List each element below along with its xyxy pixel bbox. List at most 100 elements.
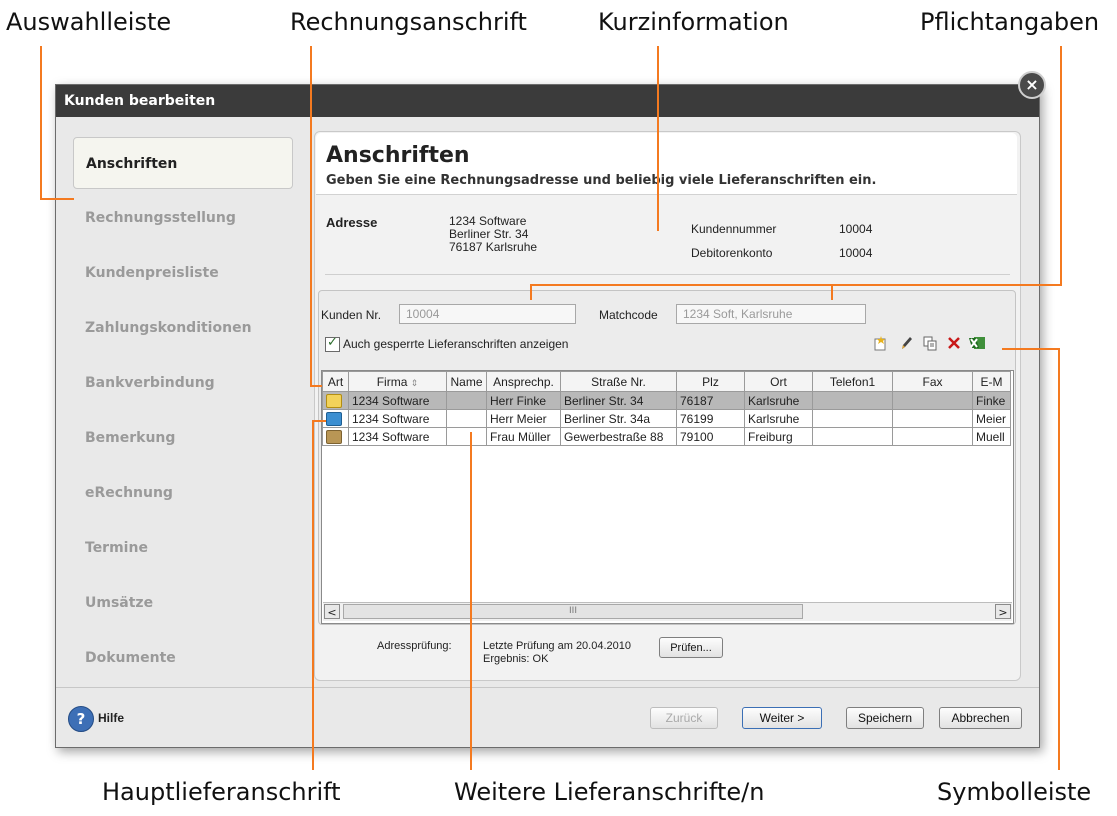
callout-line-weitere-v	[470, 432, 472, 770]
kundennummer-label: Kundennummer	[691, 222, 777, 236]
sidebar-item-erechnung[interactable]: eRechnung	[73, 467, 293, 519]
cell-telefon1	[812, 391, 893, 410]
cell-strasse: Berliner Str. 34a	[560, 409, 677, 428]
save-button[interactable]: Speichern	[846, 707, 924, 729]
address-check-result-line1: Letzte Prüfung am 20.04.2010	[483, 640, 631, 652]
back-button[interactable]: Zurück	[650, 707, 718, 729]
table-header-row: Art Firma ⇕ Name Ansprechp. Straße Nr. P…	[322, 371, 1011, 392]
column-header-strasse[interactable]: Straße Nr.	[560, 371, 677, 392]
cell-fax	[892, 409, 973, 428]
matchcode-label: Matchcode	[599, 308, 658, 322]
address-line-1: 1234 Software	[449, 214, 527, 228]
column-header-firma[interactable]: Firma ⇕	[348, 371, 447, 392]
cell-telefon1	[812, 409, 893, 428]
callout-line-hauptlieferanschrift-v	[312, 420, 314, 770]
callout-line-symbolleiste-h	[1002, 348, 1060, 350]
art-cell	[322, 427, 349, 446]
cell-plz: 76199	[676, 409, 745, 428]
column-header-ansprechpartner[interactable]: Ansprechp.	[486, 371, 561, 392]
column-header-plz[interactable]: Plz	[676, 371, 745, 392]
callout-line-auswahlleiste-h	[40, 198, 74, 200]
sidebar-item-kundenpreisliste[interactable]: Kundenpreisliste	[73, 247, 293, 299]
delivery-address-table: Art Firma ⇕ Name Ansprechp. Straße Nr. P…	[321, 370, 1014, 624]
cell-fax	[892, 391, 973, 410]
customer-edit-dialog: Kunden bearbeiten Anschriften Rechnungss…	[55, 84, 1040, 748]
cell-email: Muell	[972, 427, 1011, 446]
address-check-label: Adressprüfung:	[377, 640, 452, 652]
address-grid: Art Firma ⇕ Name Ansprechp. Straße Nr. P…	[322, 371, 1011, 446]
column-header-name[interactable]: Name	[446, 371, 487, 392]
page-title: Anschriften	[326, 143, 470, 168]
sidebar-item-zahlungskonditionen[interactable]: Zahlungskonditionen	[73, 302, 293, 354]
address-label: Adresse	[326, 215, 378, 230]
sidebar-item-bemerkung[interactable]: Bemerkung	[73, 412, 293, 464]
address-check-result-line2: Ergebnis: OK	[483, 653, 549, 665]
new-icon[interactable]	[871, 335, 889, 353]
column-header-firma-label: Firma	[376, 374, 408, 389]
column-header-art[interactable]: Art	[322, 371, 349, 392]
callout-line-auswahlleiste-v	[40, 46, 42, 200]
copy-icon[interactable]	[921, 335, 939, 353]
callout-line-hauptlieferanschrift-h	[312, 420, 326, 422]
delivery-box-icon	[326, 411, 342, 426]
sidebar-item-bankverbindung[interactable]: Bankverbindung	[73, 357, 293, 409]
address-line-2: Berliner Str. 34	[449, 227, 529, 241]
kunden-nr-field[interactable]: 10004	[399, 304, 576, 324]
column-header-fax[interactable]: Fax	[892, 371, 973, 392]
callout-line-pflichtangaben-v	[1060, 46, 1062, 286]
sidebar-item-dokumente[interactable]: Dokumente	[73, 632, 293, 684]
horizontal-scrollbar[interactable]: < III >	[323, 602, 1012, 621]
cell-ort: Freiburg	[744, 427, 813, 446]
matchcode-field[interactable]: 1234 Soft, Karlsruhe	[676, 304, 866, 324]
sidebar-item-anschriften[interactable]: Anschriften	[73, 137, 293, 189]
delete-icon[interactable]	[945, 335, 963, 353]
scroll-thumb[interactable]: III	[343, 604, 803, 619]
close-icon[interactable]: ×	[1018, 71, 1046, 99]
next-button[interactable]: Weiter >	[742, 707, 822, 729]
art-cell	[322, 391, 349, 410]
envelope-icon	[326, 393, 342, 408]
callout-hauptlieferanschrift: Hauptlieferanschrift	[102, 778, 341, 806]
sidebar-item-umsaetze[interactable]: Umsätze	[73, 577, 293, 629]
table-row[interactable]: 1234 Software Herr Meier Berliner Str. 3…	[322, 409, 1011, 428]
cell-email: Meier	[972, 409, 1011, 428]
scroll-left-button[interactable]: <	[324, 604, 340, 619]
show-blocked-checkbox[interactable]	[325, 335, 340, 352]
sidebar-item-termine[interactable]: Termine	[73, 522, 293, 574]
cell-firma: 1234 Software	[348, 427, 447, 446]
table-row[interactable]: 1234 Software Herr Finke Berliner Str. 3…	[322, 391, 1011, 410]
scroll-right-button[interactable]: >	[995, 604, 1011, 619]
column-header-ort[interactable]: Ort	[744, 371, 813, 392]
cell-fax	[892, 427, 973, 446]
kunden-nr-label: Kunden Nr.	[321, 308, 382, 322]
cell-strasse: Berliner Str. 34	[560, 391, 677, 410]
callout-line-pflichtangaben-right-tick	[831, 284, 833, 300]
callout-pflichtangaben: Pflichtangaben	[920, 8, 1100, 36]
cell-firma: 1234 Software	[348, 391, 447, 410]
cancel-button[interactable]: Abbrechen	[939, 707, 1022, 729]
window-title: Kunden bearbeiten	[56, 85, 1039, 117]
cell-telefon1	[812, 427, 893, 446]
column-header-email[interactable]: E-M	[972, 371, 1011, 392]
callout-line-rechnungsanschrift-h	[310, 385, 322, 387]
excel-icon[interactable]	[968, 335, 986, 353]
cell-strasse: Gewerbestraße 88	[560, 427, 677, 446]
callout-line-pflichtangaben-left-tick	[530, 284, 532, 300]
cell-plz: 76187	[676, 391, 745, 410]
sort-arrow-icon: ⇕	[410, 377, 419, 388]
cell-ansprechpartner: Herr Meier	[486, 409, 561, 428]
help-link[interactable]: Hilfe	[98, 711, 124, 725]
sidebar-item-rechnungsstellung[interactable]: Rechnungsstellung	[73, 192, 293, 244]
pruefen-button[interactable]: Prüfen...	[659, 637, 723, 658]
help-icon[interactable]: ?	[68, 706, 94, 732]
callout-line-pflichtangaben-h	[530, 284, 1062, 286]
callout-line-symbolleiste-v	[1058, 348, 1060, 770]
cell-email: Finke	[972, 391, 1011, 410]
package-icon	[326, 429, 342, 444]
column-header-telefon1[interactable]: Telefon1	[812, 371, 893, 392]
content-header: Anschriften Geben Sie eine Rechnungsadre…	[316, 133, 1017, 195]
table-row[interactable]: 1234 Software Frau Müller Gewerbestraße …	[322, 427, 1011, 446]
cell-ansprechpartner: Frau Müller	[486, 427, 561, 446]
callout-line-rechnungsanschrift-v	[310, 46, 312, 386]
edit-icon[interactable]	[897, 335, 915, 353]
